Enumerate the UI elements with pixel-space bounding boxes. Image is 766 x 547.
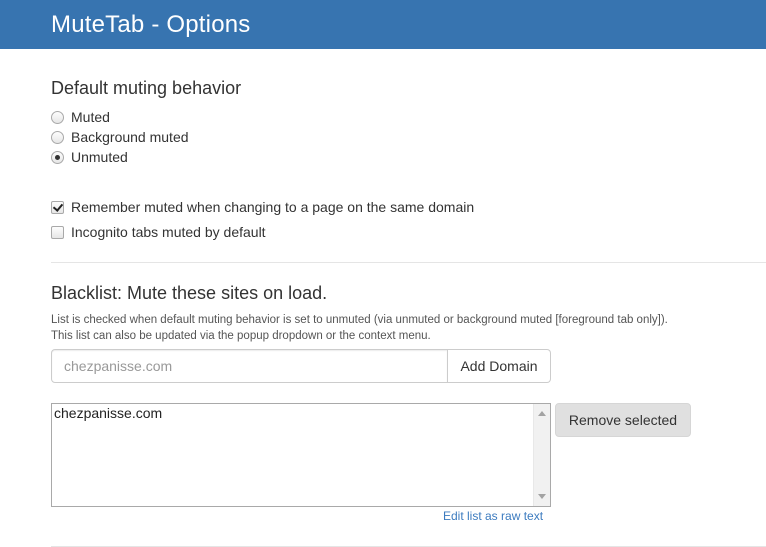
radio-background-muted-label: Background muted xyxy=(71,129,189,145)
muting-section-title: Default muting behavior xyxy=(51,78,242,98)
radio-background-muted[interactable] xyxy=(51,130,64,144)
blacklist-listbox[interactable]: chezpanisse.com xyxy=(51,403,551,507)
remember-muted-label: Remember muted when changing to a page o… xyxy=(71,199,475,215)
radio-option-muted[interactable]: Muted xyxy=(51,108,110,126)
remember-muted-checkbox[interactable] xyxy=(51,200,64,214)
page-title: MuteTab - Options xyxy=(51,11,251,38)
remove-selected-button[interactable]: Remove selected xyxy=(555,403,691,437)
blacklist-section-title: Blacklist: Mute these sites on load. xyxy=(51,283,328,303)
scroll-up-icon[interactable] xyxy=(538,411,546,416)
scroll-down-icon[interactable] xyxy=(538,494,546,499)
add-domain-group: Add Domain xyxy=(51,349,551,383)
incognito-muted-label: Incognito tabs muted by default xyxy=(71,224,266,240)
listbox-scrollbar[interactable] xyxy=(533,404,550,506)
domain-input[interactable] xyxy=(51,349,448,383)
incognito-muted-option[interactable]: Incognito tabs muted by default xyxy=(51,223,266,241)
radio-muted-label: Muted xyxy=(71,109,110,125)
remember-muted-option[interactable]: Remember muted when changing to a page o… xyxy=(51,198,474,216)
page-header: MuteTab - Options xyxy=(0,0,766,49)
incognito-muted-checkbox[interactable] xyxy=(51,225,64,239)
blacklist-help-text: List is checked when default muting beha… xyxy=(51,314,668,342)
radio-unmuted[interactable] xyxy=(51,150,64,164)
radio-option-background-muted[interactable]: Background muted xyxy=(51,128,189,146)
radio-unmuted-label: Unmuted xyxy=(71,149,128,165)
edit-raw-text-link[interactable]: Edit list as raw text xyxy=(443,509,543,523)
section-divider xyxy=(51,262,766,263)
radio-muted[interactable] xyxy=(51,110,64,124)
list-item[interactable]: chezpanisse.com xyxy=(54,405,162,421)
radio-option-unmuted[interactable]: Unmuted xyxy=(51,148,128,166)
add-domain-button[interactable]: Add Domain xyxy=(448,349,551,383)
